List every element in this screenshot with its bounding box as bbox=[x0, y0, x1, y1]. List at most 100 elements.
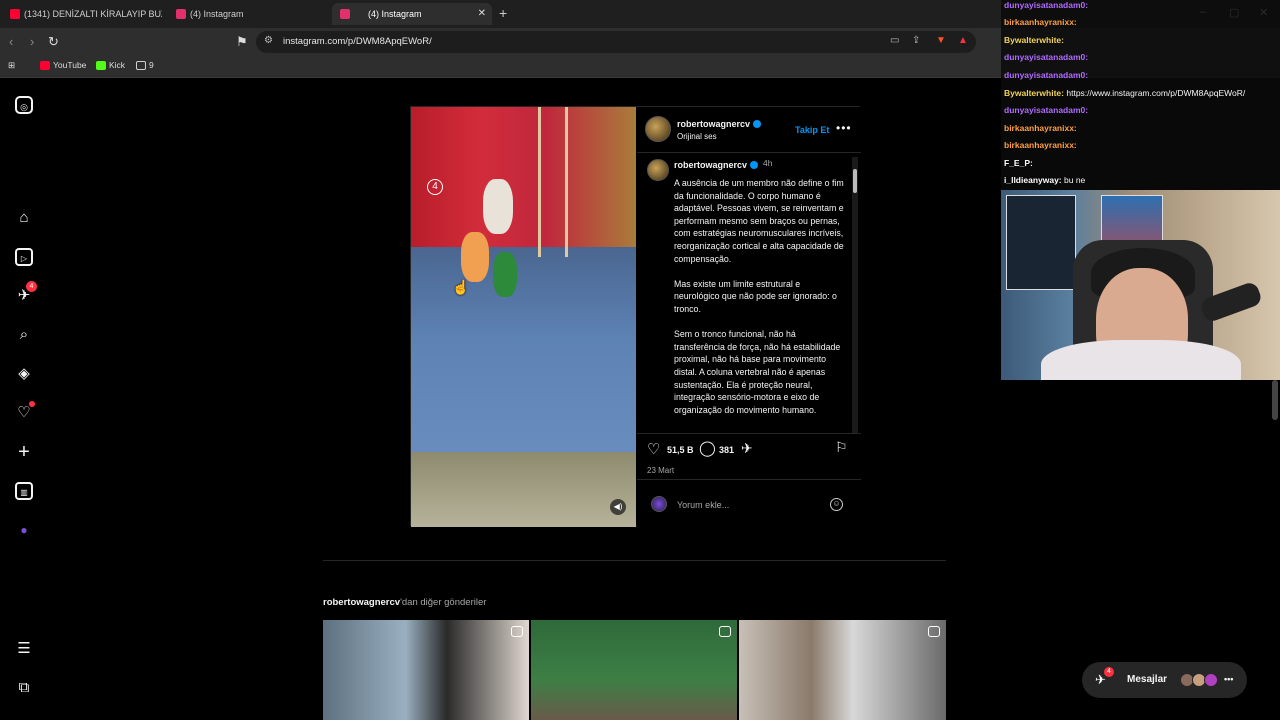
chat-message: dunyayisatanadam0: bbox=[1004, 70, 1088, 80]
mute-icon[interactable]: ◀) bbox=[610, 499, 626, 515]
chat-username: dunyayisatanadam0: bbox=[1004, 70, 1089, 80]
more-posts-heading: robertowagnercv'dan diğer gönderiler bbox=[323, 597, 486, 608]
bookmark-label: YouTube bbox=[53, 60, 87, 70]
more-posts-grid bbox=[323, 620, 946, 720]
also-from-meta-icon[interactable]: ⧉ bbox=[15, 679, 33, 697]
save-icon[interactable]: ⚐ bbox=[835, 439, 848, 456]
chat-username: dunyayisatanadam0: bbox=[1004, 52, 1089, 62]
comment-input[interactable]: Yorum ekle... bbox=[677, 500, 729, 510]
video-performer bbox=[493, 252, 517, 297]
brave-shield-icon[interactable]: ▼ bbox=[936, 35, 946, 46]
tab-instagram[interactable]: (4) Instagram bbox=[168, 3, 328, 25]
username-text: robertowagnercv bbox=[677, 119, 751, 129]
chat-username: Bywalterwhite: bbox=[1004, 35, 1064, 45]
notifications-icon[interactable]: ♡ bbox=[15, 401, 35, 422]
wall-poster bbox=[1006, 195, 1076, 290]
folder-icon bbox=[136, 61, 146, 70]
like-icon[interactable]: ♡ bbox=[647, 440, 660, 458]
video-floor bbox=[411, 247, 636, 477]
direct-messages-icon[interactable]: ✈ 4 bbox=[15, 281, 37, 305]
tab-instagram-active[interactable]: (4) Instagram ✕ bbox=[332, 3, 492, 25]
author-avatar[interactable] bbox=[645, 116, 671, 142]
forward-icon[interactable]: › bbox=[30, 34, 34, 49]
bookmark-kick[interactable]: Kick bbox=[96, 60, 125, 70]
chat-username: birkaanhayranixx: bbox=[1004, 140, 1077, 150]
more-menu-icon[interactable]: ☰ bbox=[15, 640, 33, 658]
follow-button[interactable]: Takip Et bbox=[795, 125, 829, 135]
bookmark-page-icon[interactable]: ⚑ bbox=[236, 34, 248, 50]
rewards-icon[interactable]: ▲ bbox=[958, 35, 968, 46]
chat-message: dunyayisatanadam0: bbox=[1004, 0, 1088, 10]
dashboard-icon[interactable]: ▥ bbox=[15, 482, 33, 500]
comment-icon[interactable]: ◯ bbox=[699, 439, 716, 457]
caption-avatar[interactable] bbox=[647, 159, 669, 181]
create-icon[interactable]: + bbox=[15, 442, 33, 462]
instagram-logo-icon[interactable]: ◎ bbox=[15, 96, 33, 114]
bookmark-label: 9 bbox=[149, 60, 154, 70]
more-posts-suffix: 'dan diğer gönderiler bbox=[400, 597, 487, 608]
share-icon[interactable]: ✈ bbox=[741, 440, 753, 457]
back-icon[interactable]: ‹ bbox=[9, 34, 13, 49]
post-video[interactable]: 4 ◀) bbox=[411, 107, 636, 527]
post-actions: ♡ 51,5 B ◯ 381 ✈ ⚐ 23 Mart bbox=[637, 433, 861, 479]
cast-icon[interactable]: ▭ bbox=[890, 35, 899, 46]
comment-count[interactable]: 381 bbox=[719, 445, 734, 455]
chat-text: bu ne bbox=[1064, 175, 1086, 185]
chat-message: dunyayisatanadam0: bbox=[1004, 105, 1088, 115]
audio-label[interactable]: Orijinal ses bbox=[677, 132, 717, 141]
caption-time: 4h bbox=[763, 158, 773, 168]
reload-icon[interactable]: ↻ bbox=[48, 34, 59, 50]
bookmark-folder[interactable]: 9 bbox=[136, 60, 154, 70]
instagram-sidebar: ◎ ⌂ ▷ ✈ 4 ⌕ ◈ ♡ + ▥ ● ☰ ⧉ bbox=[0, 79, 48, 720]
more-options-button[interactable]: ••• bbox=[836, 121, 852, 135]
stream-chat-overlay: dunyayisatanadam0: birkaanhayranixx: Byw… bbox=[1001, 0, 1280, 190]
chat-message: dunyayisatanadam0: bbox=[1004, 52, 1088, 62]
caption-scrollbar[interactable] bbox=[852, 157, 858, 433]
chat-username: birkaanhayranixx: bbox=[1004, 17, 1077, 27]
video-pole bbox=[565, 107, 568, 257]
home-icon[interactable]: ⌂ bbox=[15, 209, 33, 227]
share-icon[interactable]: ⇪ bbox=[912, 35, 920, 46]
caption-section: robertowagnercv 4h A ausência de um memb… bbox=[637, 153, 861, 433]
reels-icon[interactable]: ▷ bbox=[15, 248, 33, 266]
address-bar[interactable]: ⚙ instagram.com/p/DWM8ApqEWoR/ ▭ ⇪ ▼ ▲ bbox=[256, 31, 976, 53]
section-divider bbox=[323, 560, 946, 561]
profile-avatar-icon[interactable]: ● bbox=[15, 521, 33, 539]
notification-dot bbox=[29, 401, 35, 407]
page-scrollbar[interactable] bbox=[1272, 380, 1278, 420]
new-tab-button[interactable]: + bbox=[499, 5, 507, 21]
post-thumbnail[interactable] bbox=[531, 620, 737, 720]
chat-username: Bywalterwhite: bbox=[1004, 88, 1064, 98]
bookmark-youtube[interactable]: YouTube bbox=[40, 60, 86, 70]
caption-text: A ausência de um membro não define o fim… bbox=[674, 178, 844, 415]
kick-icon bbox=[96, 61, 106, 70]
verified-icon bbox=[750, 161, 759, 169]
caption-username[interactable]: robertowagnercv bbox=[674, 160, 759, 170]
tab-youtube[interactable]: (1341) DENİZALTI KİRALAYIP BUZUL... bbox=[2, 3, 162, 25]
reel-icon bbox=[511, 626, 523, 637]
post-thumbnail[interactable] bbox=[739, 620, 946, 720]
video-marker: 4 bbox=[427, 179, 443, 195]
emoji-icon[interactable]: ☺ bbox=[830, 498, 843, 511]
post-date: 23 Mart bbox=[647, 466, 675, 475]
explore-icon[interactable]: ◈ bbox=[15, 365, 33, 383]
notification-badge: 4 bbox=[26, 281, 37, 292]
messages-badge: 4 bbox=[1104, 667, 1114, 677]
tab-label: (4) Instagram bbox=[368, 9, 422, 19]
author-username[interactable]: robertowagnercv bbox=[677, 119, 762, 129]
instagram-icon bbox=[340, 9, 350, 19]
search-icon[interactable]: ⌕ bbox=[15, 326, 33, 344]
messages-button[interactable]: ✈ 4 Mesajlar ••• bbox=[1082, 662, 1247, 698]
video-ground bbox=[411, 452, 636, 527]
site-info-icon[interactable]: ⚙ bbox=[264, 35, 273, 46]
more-posts-username[interactable]: robertowagnercv bbox=[323, 597, 400, 608]
post-thumbnail[interactable] bbox=[323, 620, 529, 720]
chat-message: birkaanhayranixx: bbox=[1004, 140, 1077, 150]
reel-icon bbox=[928, 626, 940, 637]
scrollbar-thumb[interactable] bbox=[853, 169, 857, 193]
like-count[interactable]: 51,5 B bbox=[667, 445, 694, 455]
close-tab-icon[interactable]: ✕ bbox=[478, 3, 486, 25]
video-pole bbox=[538, 107, 541, 257]
apps-icon[interactable]: ⊞ bbox=[8, 60, 15, 71]
url-text: instagram.com/p/DWM8ApqEWoR/ bbox=[283, 36, 432, 47]
